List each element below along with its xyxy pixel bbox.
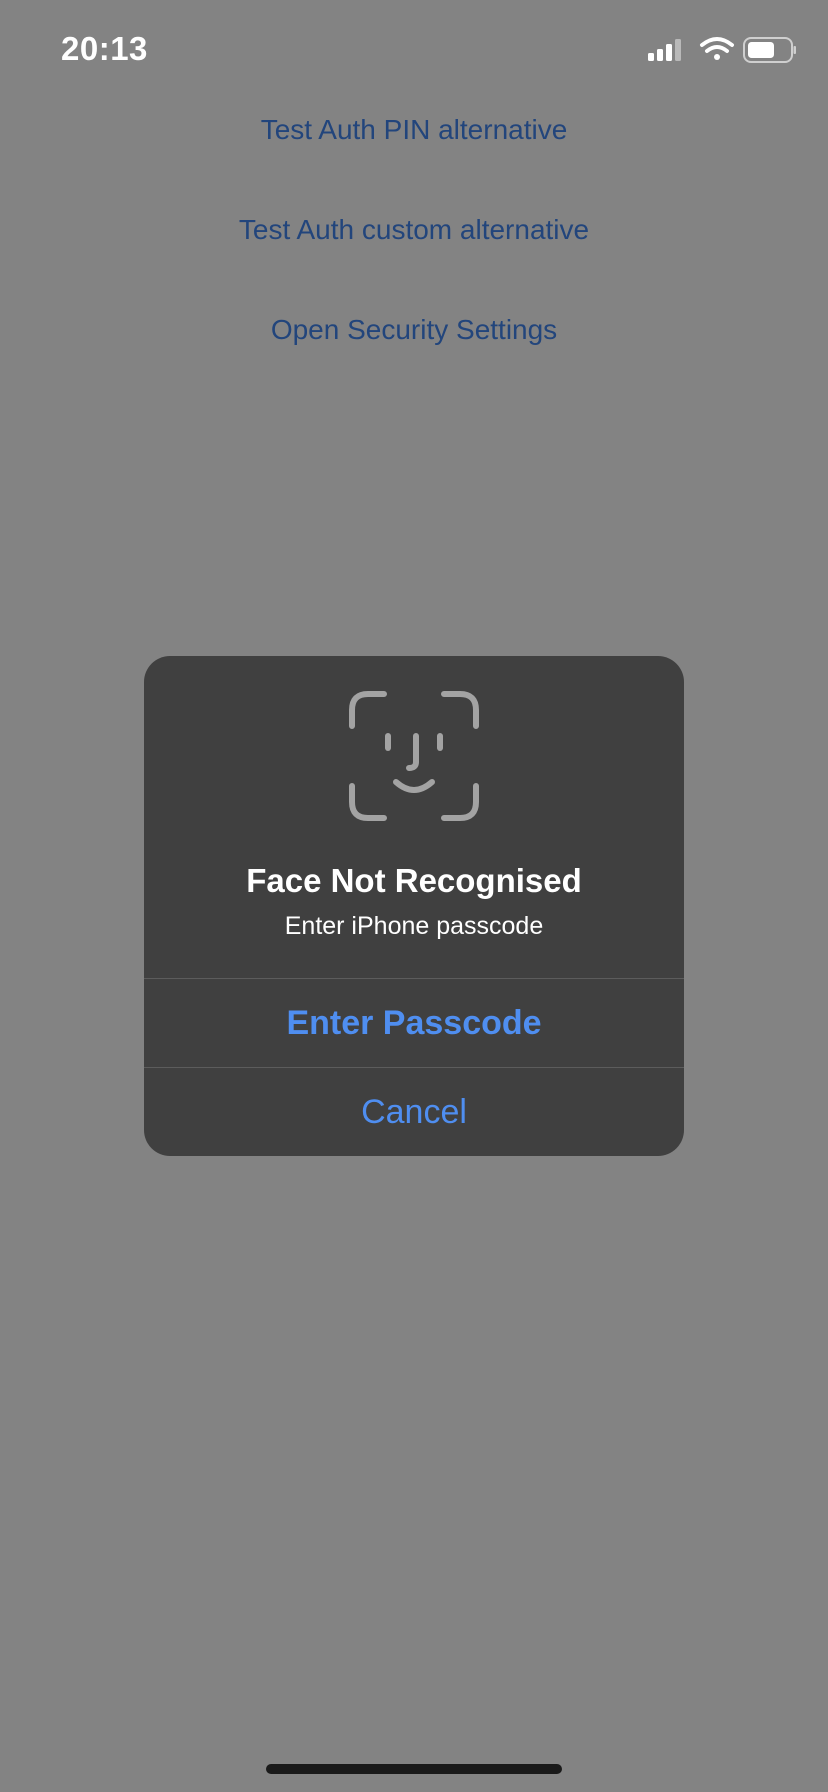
face-id-alert: Face Not Recognised Enter iPhone passcod… — [144, 656, 684, 1156]
test-auth-pin-link[interactable]: Test Auth PIN alternative — [0, 114, 828, 146]
open-security-settings-link[interactable]: Open Security Settings — [0, 314, 828, 346]
status-bar: 20:13 — [0, 0, 828, 100]
cancel-button[interactable]: Cancel — [144, 1068, 684, 1156]
battery-icon — [743, 37, 796, 63]
status-icons — [646, 36, 796, 66]
face-id-icon — [349, 691, 479, 821]
enter-passcode-button[interactable]: Enter Passcode — [144, 979, 684, 1067]
alert-title: Face Not Recognised — [246, 862, 582, 899]
alert-message: Enter iPhone passcode — [284, 912, 544, 940]
home-indicator[interactable] — [266, 1764, 562, 1774]
test-auth-custom-link[interactable]: Test Auth custom alternative — [0, 214, 828, 246]
cellular-signal-icon — [648, 39, 681, 61]
wifi-icon — [700, 37, 734, 60]
status-time: 20:13 — [61, 30, 148, 67]
